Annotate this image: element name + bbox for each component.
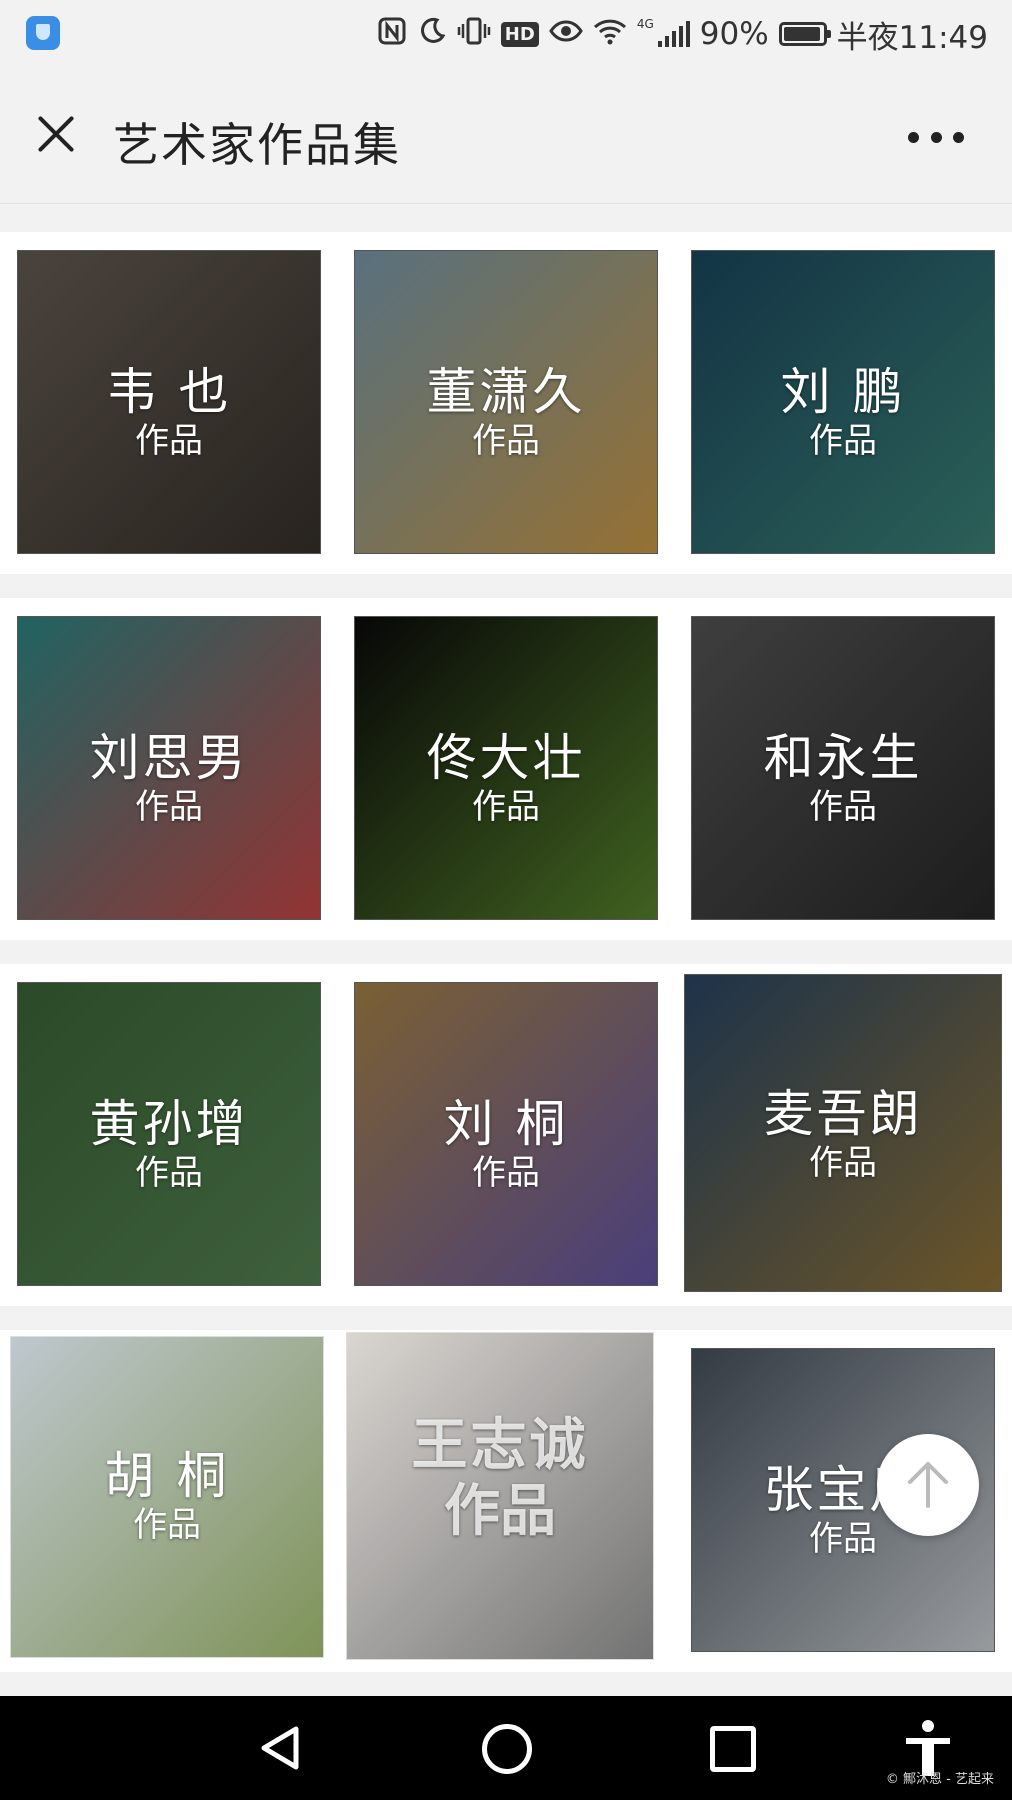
- works-label: 作品: [472, 421, 540, 461]
- system-nav-bar: [0, 1696, 1012, 1800]
- clock: 半夜11:49: [836, 19, 988, 56]
- artist-card[interactable]: 佟大壮 作品: [354, 616, 658, 920]
- home-circle-icon[interactable]: [482, 1724, 532, 1774]
- works-label: 作品: [135, 421, 203, 461]
- hd-icon: HD: [500, 21, 539, 47]
- artist-name: 黄孙增: [89, 1095, 249, 1153]
- page-title: 艺术家作品集: [113, 118, 401, 172]
- artist-grid: 韦 也作品 董潇久 作品 刘 鹏作品 刘思男 作品 佟大壮 作品 和永生 作品 黄孙增作…: [0, 204, 1012, 1696]
- artist-name: 佟大壮: [426, 729, 586, 787]
- status-icons: HD 4G 90% 半夜11:49: [377, 12, 988, 56]
- battery-icon: [778, 22, 831, 46]
- works-label: 作品: [809, 787, 877, 827]
- works-label: 作品: [444, 1479, 556, 1544]
- artist-name: 韦 也: [106, 363, 232, 421]
- artist-card[interactable]: 王志诚 作品: [346, 1332, 654, 1660]
- artist-name: 刘 鹏: [780, 363, 906, 421]
- artist-name: 刘思男: [89, 729, 249, 787]
- arrow-up-icon: [908, 1462, 948, 1508]
- nfc-icon: [377, 16, 407, 53]
- works-label: 作品: [133, 1505, 201, 1545]
- artist-name: 王志诚: [411, 1413, 589, 1478]
- vibrate-icon: [457, 16, 491, 53]
- app-shield-icon: [26, 16, 60, 50]
- works-label: 作品: [809, 421, 877, 461]
- artist-card[interactable]: 黄孙增 作品: [17, 982, 321, 1286]
- watermark: © 鄦沭恩 - 艺起来: [885, 1772, 994, 1787]
- artist-card[interactable]: 刘 桐作品: [354, 982, 658, 1286]
- works-label: 作品: [135, 787, 203, 827]
- artist-name: 胡 桐: [104, 1447, 230, 1505]
- signal-icon: [657, 21, 690, 47]
- scroll-to-top-button[interactable]: [877, 1434, 979, 1536]
- recents-square-icon[interactable]: [710, 1726, 756, 1772]
- battery-percent: 90%: [699, 16, 769, 52]
- eye-icon: [549, 16, 583, 53]
- artist-name: 麦吾朗: [763, 1085, 923, 1143]
- network-type-label: 4G: [636, 17, 654, 31]
- artist-card[interactable]: 刘思男 作品: [17, 616, 321, 920]
- title-bar: 艺术家作品集: [0, 68, 1012, 204]
- status-bar: HD 4G 90% 半夜11:49: [0, 0, 1012, 68]
- works-label: 作品: [809, 1143, 877, 1183]
- wifi-icon: [593, 16, 627, 53]
- works-label: 作品: [472, 1153, 540, 1193]
- artist-name: 刘 桐: [443, 1095, 569, 1153]
- back-triangle-icon[interactable]: [256, 1724, 304, 1772]
- artist-card[interactable]: 麦吾朗 作品: [684, 974, 1002, 1292]
- artist-card[interactable]: 刘 鹏作品: [691, 250, 995, 554]
- artist-card[interactable]: 董潇久 作品: [354, 250, 658, 554]
- artist-name: 董潇久: [426, 363, 586, 421]
- works-label: 作品: [135, 1153, 203, 1193]
- artist-card[interactable]: 和永生 作品: [691, 616, 995, 920]
- artist-card[interactable]: 胡 桐作品: [10, 1336, 324, 1658]
- close-icon[interactable]: [30, 108, 82, 160]
- more-icon[interactable]: [908, 132, 964, 146]
- moon-icon: [417, 16, 447, 53]
- artist-card[interactable]: 韦 也作品: [17, 250, 321, 554]
- artist-name: 和永生: [763, 729, 923, 787]
- works-label: 作品: [472, 787, 540, 827]
